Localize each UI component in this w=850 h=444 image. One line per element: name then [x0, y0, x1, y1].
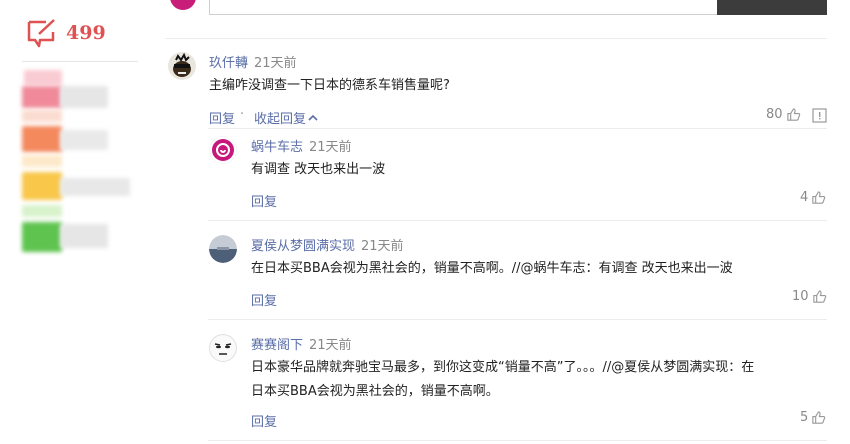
like-button[interactable]: 5 — [800, 410, 826, 425]
avatar[interactable] — [209, 334, 237, 362]
reply-button[interactable]: 回复 — [251, 191, 277, 210]
author-name[interactable]: 玖仟轉 — [209, 56, 248, 71]
reply-button[interactable]: 回复 — [251, 290, 277, 309]
like-count: 4 — [800, 190, 809, 205]
separator-dot: · — [240, 107, 245, 122]
thumbs-up-icon — [812, 191, 826, 204]
comment-count[interactable]: 499 — [26, 18, 106, 48]
comment-author[interactable]: 夏侯从梦圆满实现 21天前 — [251, 235, 404, 254]
comment-text: 有调查 改天也来出一波 — [251, 162, 386, 177]
collapse-label: 收起回复 — [254, 112, 307, 127]
like-button[interactable]: 4 — [800, 190, 826, 205]
comment-text-line-1: 日本豪华品牌就奔驰宝马最多，到你这变成“销量不高”了。。。//@夏侯从梦圆满实现… — [251, 360, 755, 375]
chevron-up-icon — [308, 114, 318, 121]
like-count: 10 — [792, 289, 809, 304]
top-divider — [165, 38, 827, 39]
comment-text-line-2: 日本买BBA会视为黑社会的，销量不高啊。 — [251, 384, 499, 399]
report-button[interactable] — [812, 108, 827, 127]
thumbs-up-icon — [812, 290, 826, 303]
comment-edit-icon — [27, 19, 55, 48]
author-name[interactable]: 赛赛阁下 — [251, 338, 303, 353]
meme-face-icon — [209, 334, 237, 362]
reply-divider — [208, 319, 827, 320]
author-name[interactable]: 夏侯从梦圆满实现 — [251, 239, 355, 254]
comment-time: 21天前 — [361, 239, 404, 254]
collapse-replies-button[interactable]: 收起回复 — [254, 108, 318, 127]
reply-button[interactable]: 回复 — [251, 411, 277, 430]
like-count: 80 — [766, 107, 783, 122]
avatar-image — [168, 52, 196, 80]
comment-count-number: 499 — [66, 22, 106, 44]
comment-time: 21天前 — [309, 338, 352, 353]
landscape-avatar-icon — [209, 235, 237, 263]
comment-input[interactable] — [209, 0, 719, 15]
comment-author[interactable]: 赛赛阁下 21天前 — [251, 334, 352, 353]
user-avatar — [170, 0, 196, 10]
submit-button[interactable] — [717, 0, 827, 15]
thumbs-up-icon — [786, 108, 800, 121]
comment-time: 21天前 — [254, 56, 297, 71]
author-name[interactable]: 蜗牛车志 — [251, 140, 303, 155]
like-button[interactable]: 80 — [766, 107, 801, 122]
comment-author[interactable]: 玖仟轉 21天前 — [209, 52, 297, 71]
avatar[interactable] — [168, 52, 196, 80]
like-button[interactable]: 10 — [792, 289, 827, 304]
like-count: 5 — [800, 410, 809, 425]
comment-time: 21天前 — [309, 140, 352, 155]
avatar[interactable] — [209, 235, 237, 263]
sidebar: 499 — [0, 0, 150, 444]
snail-logo-icon — [209, 136, 237, 164]
reply-divider — [208, 128, 827, 129]
reply-divider — [208, 440, 827, 441]
comment-text: 主编咋没调查一下日本的德系车销售量呢? — [209, 78, 450, 93]
thumbs-up-icon — [812, 411, 826, 424]
report-icon — [812, 108, 827, 123]
comment-text: 在日本买BBA会视为黑社会的，销量不高啊。//@蜗牛车志：有调查 改天也来出一波 — [251, 261, 733, 276]
reply-button[interactable]: 回复 — [209, 108, 235, 127]
reply-divider — [208, 220, 827, 221]
comment-author[interactable]: 蜗牛车志 21天前 — [251, 136, 352, 155]
avatar[interactable] — [209, 136, 237, 164]
sidebar-divider — [22, 61, 138, 62]
